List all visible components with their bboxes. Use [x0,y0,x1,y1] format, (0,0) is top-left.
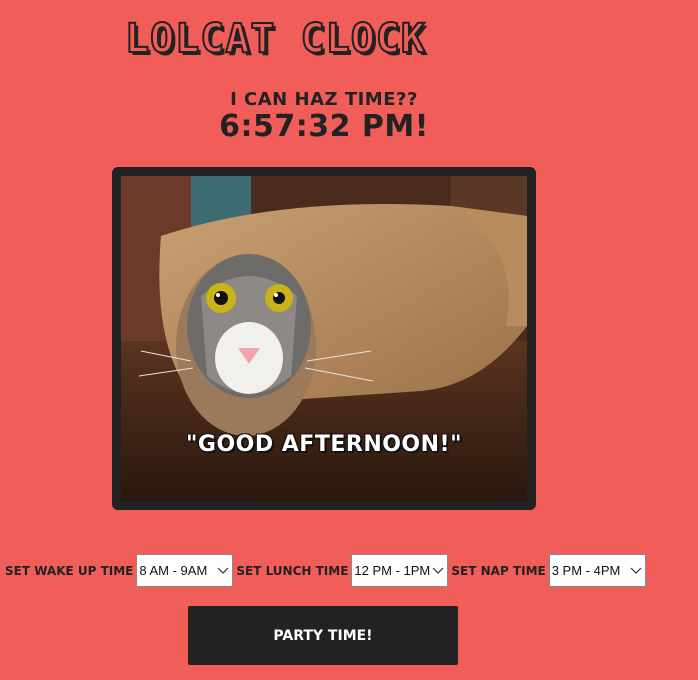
lunch-time-selected: 12 PM - 1PM [354,563,431,578]
chevron-down-icon [630,567,642,574]
nap-time-select[interactable]: 3 PM - 4PM [548,554,646,587]
page-title: LOLCAT CLOCK [124,15,426,63]
nap-time-label: SET NAP TIME [451,563,546,578]
greeting-caption: "GOOD AFTERNOON!" [185,432,463,457]
cat-photo: "GOOD AFTERNOON!" [112,167,536,510]
wake-time-selected: 8 AM - 9AM [139,563,208,578]
wake-time-select[interactable]: 8 AM - 9AM [136,554,234,587]
clock-time: 6:57:32 PM! [219,109,429,144]
nap-time-selected: 3 PM - 4PM [551,563,621,578]
lunch-time-label: SET LUNCH TIME [236,563,349,578]
lunch-time-select[interactable]: 12 PM - 1PM [351,554,449,587]
schedule-controls: SET WAKE UP TIME 8 AM - 9AM SET LUNCH TI… [5,553,649,588]
chevron-down-icon [217,567,229,574]
chevron-down-icon [432,567,444,574]
party-time-button[interactable]: PARTY TIME! [188,606,458,665]
wake-time-label: SET WAKE UP TIME [5,563,134,578]
